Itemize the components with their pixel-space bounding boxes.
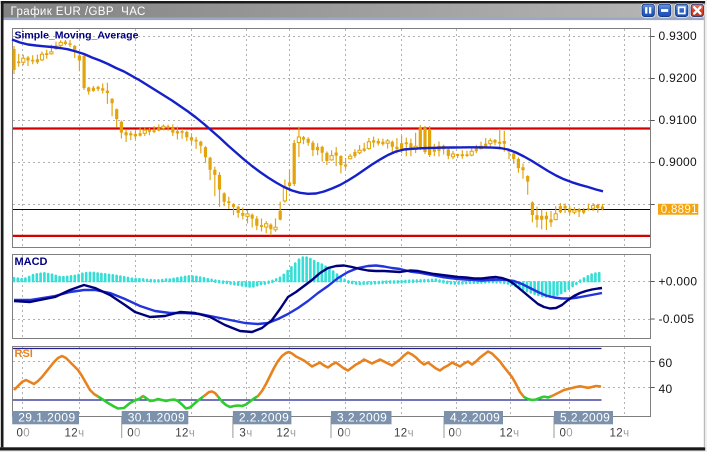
svg-text:-0.005: -0.005	[659, 312, 695, 326]
svg-text:12ч: 12ч	[175, 428, 195, 440]
svg-text:0.9200: 0.9200	[659, 71, 698, 85]
svg-text:00: 00	[449, 428, 463, 440]
svg-text:00: 00	[127, 428, 141, 440]
svg-text:40: 40	[659, 382, 673, 396]
svg-text:+0.000: +0.000	[659, 275, 698, 289]
svg-text:0.9300: 0.9300	[659, 29, 698, 43]
svg-text:00: 00	[338, 428, 352, 440]
svg-text:5.2.2009: 5.2.2009	[560, 410, 610, 424]
svg-text:0.9000: 0.9000	[659, 155, 698, 169]
svg-text:График EUR /GBP ЧАС: График EUR /GBP ЧАС	[11, 6, 146, 18]
svg-text:12ч: 12ч	[394, 428, 414, 440]
svg-text:12ч: 12ч	[276, 428, 296, 440]
svg-text:00: 00	[17, 428, 31, 440]
svg-text:4.2.2009: 4.2.2009	[450, 410, 500, 424]
svg-text:30.1.2009: 30.1.2009	[128, 410, 185, 424]
svg-text:12ч: 12ч	[65, 428, 85, 440]
svg-text:RSI: RSI	[15, 348, 33, 360]
svg-text:2.2.2009: 2.2.2009	[239, 410, 289, 424]
svg-text:12ч: 12ч	[500, 428, 520, 440]
svg-text:MACD: MACD	[15, 256, 48, 268]
svg-text:Simple_Moving_Average: Simple_Moving_Average	[15, 30, 139, 42]
svg-text:0.8891: 0.8891	[661, 204, 698, 216]
svg-text:60: 60	[659, 356, 673, 370]
svg-text:00: 00	[560, 428, 574, 440]
svg-text:12ч: 12ч	[610, 428, 630, 440]
svg-text:0.9100: 0.9100	[659, 113, 698, 127]
svg-text:29.1.2009: 29.1.2009	[18, 410, 75, 424]
svg-text:3.2.2009: 3.2.2009	[337, 410, 387, 424]
svg-text:3ч: 3ч	[239, 428, 252, 440]
